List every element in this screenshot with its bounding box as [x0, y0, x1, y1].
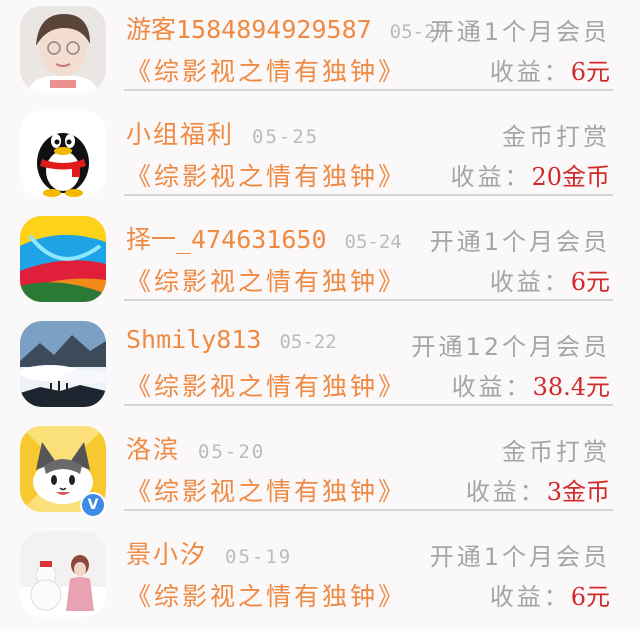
user-name-line: 游客1584894929587 05-27: [126, 10, 447, 46]
earnings-label: 收益：: [489, 268, 571, 296]
earnings-label: 收益：: [489, 58, 571, 86]
earnings-label: 收益：: [489, 583, 571, 611]
date: 05-25: [252, 126, 320, 148]
action-type: 开通1个月会员: [429, 18, 610, 46]
verified-badge-icon: V: [80, 492, 106, 518]
user-name[interactable]: 洛滨: [126, 435, 180, 464]
book-title[interactable]: 《综影视之情有独钟》: [126, 367, 406, 403]
earnings-value: 20金币: [531, 163, 610, 191]
user-name-line: Shmily813 05-22: [126, 325, 337, 354]
earnings-value: 6元: [570, 268, 610, 296]
book-title[interactable]: 《综影视之情有独钟》: [126, 262, 406, 298]
list-item[interactable]: Shmily813 05-22 开通12个月会员 《综影视之情有独钟》 收益：38…: [0, 315, 640, 419]
action-type: 开通1个月会员: [429, 543, 610, 571]
list-item[interactable]: 择一_474631650 05-24 开通1个月会员 《综影视之情有独钟》 收益：…: [0, 210, 640, 314]
user-name[interactable]: 小组福利: [126, 120, 234, 149]
snowman-photo-avatar[interactable]: [20, 531, 106, 617]
divider: [124, 194, 613, 196]
date: 05-22: [279, 331, 337, 353]
book-title[interactable]: 《综影视之情有独钟》: [126, 52, 406, 88]
date: 05-24: [344, 231, 402, 253]
divider: [124, 509, 613, 511]
action-type: 金币打赏: [502, 438, 610, 466]
earnings-value: 6元: [570, 583, 610, 611]
earnings: 收益：6元: [490, 262, 610, 297]
earnings-value: 38.4元: [532, 373, 610, 401]
user-name-line: 景小汐 05-19: [126, 535, 292, 571]
earnings: 收益：6元: [490, 52, 610, 87]
penguin-avatar[interactable]: [20, 111, 106, 197]
list-item[interactable]: 景小汐 05-19 开通1个月会员 《综影视之情有独钟》 收益：6元: [0, 525, 640, 629]
action-type: 开通12个月会员: [411, 333, 610, 361]
user-name-line: 洛滨 05-20: [126, 430, 265, 466]
earnings: 收益：38.4元: [452, 367, 610, 402]
earnings: 收益：3金币: [466, 472, 610, 507]
list-item[interactable]: V 洛滨 05-20 金币打赏 《综影视之情有独钟》 收益：3金币: [0, 420, 640, 524]
earnings-label: 收益：: [450, 163, 532, 191]
earnings-value: 6元: [570, 58, 610, 86]
list-item[interactable]: 小组福利 05-25 金币打赏 《综影视之情有独钟》 收益：20金币: [0, 105, 640, 209]
book-title[interactable]: 《综影视之情有独钟》: [126, 157, 406, 193]
action-type: 开通1个月会员: [429, 228, 610, 256]
user-name[interactable]: 择一_474631650: [126, 225, 327, 254]
user-name[interactable]: 游客1584894929587: [126, 15, 372, 44]
date: 05-19: [225, 546, 293, 568]
divider: [124, 89, 613, 91]
mountain-landscape-avatar[interactable]: [20, 321, 106, 407]
action-type: 金币打赏: [502, 123, 610, 151]
earnings-list: 游客1584894929587 05-27 开通1个月会员 《综影视之情有独钟》 …: [0, 0, 640, 617]
earnings-value: 3金币: [546, 478, 610, 506]
divider: [124, 299, 613, 301]
earnings-label: 收益：: [465, 478, 547, 506]
colorful-abstract-avatar[interactable]: [20, 216, 106, 302]
earnings: 收益：6元: [490, 577, 610, 612]
earnings-label: 收益：: [451, 373, 533, 401]
portrait-girl-avatar[interactable]: [20, 6, 106, 92]
user-name-line: 小组福利 05-25: [126, 115, 319, 151]
book-title[interactable]: 《综影视之情有独钟》: [126, 472, 406, 508]
user-name[interactable]: 景小汐: [126, 540, 207, 569]
divider: [124, 404, 613, 406]
user-name[interactable]: Shmily813: [126, 325, 261, 354]
date: 05-20: [198, 441, 266, 463]
user-name-line: 择一_474631650 05-24: [126, 220, 402, 256]
list-item[interactable]: 游客1584894929587 05-27 开通1个月会员 《综影视之情有独钟》 …: [0, 0, 640, 104]
earnings: 收益：20金币: [450, 157, 610, 192]
